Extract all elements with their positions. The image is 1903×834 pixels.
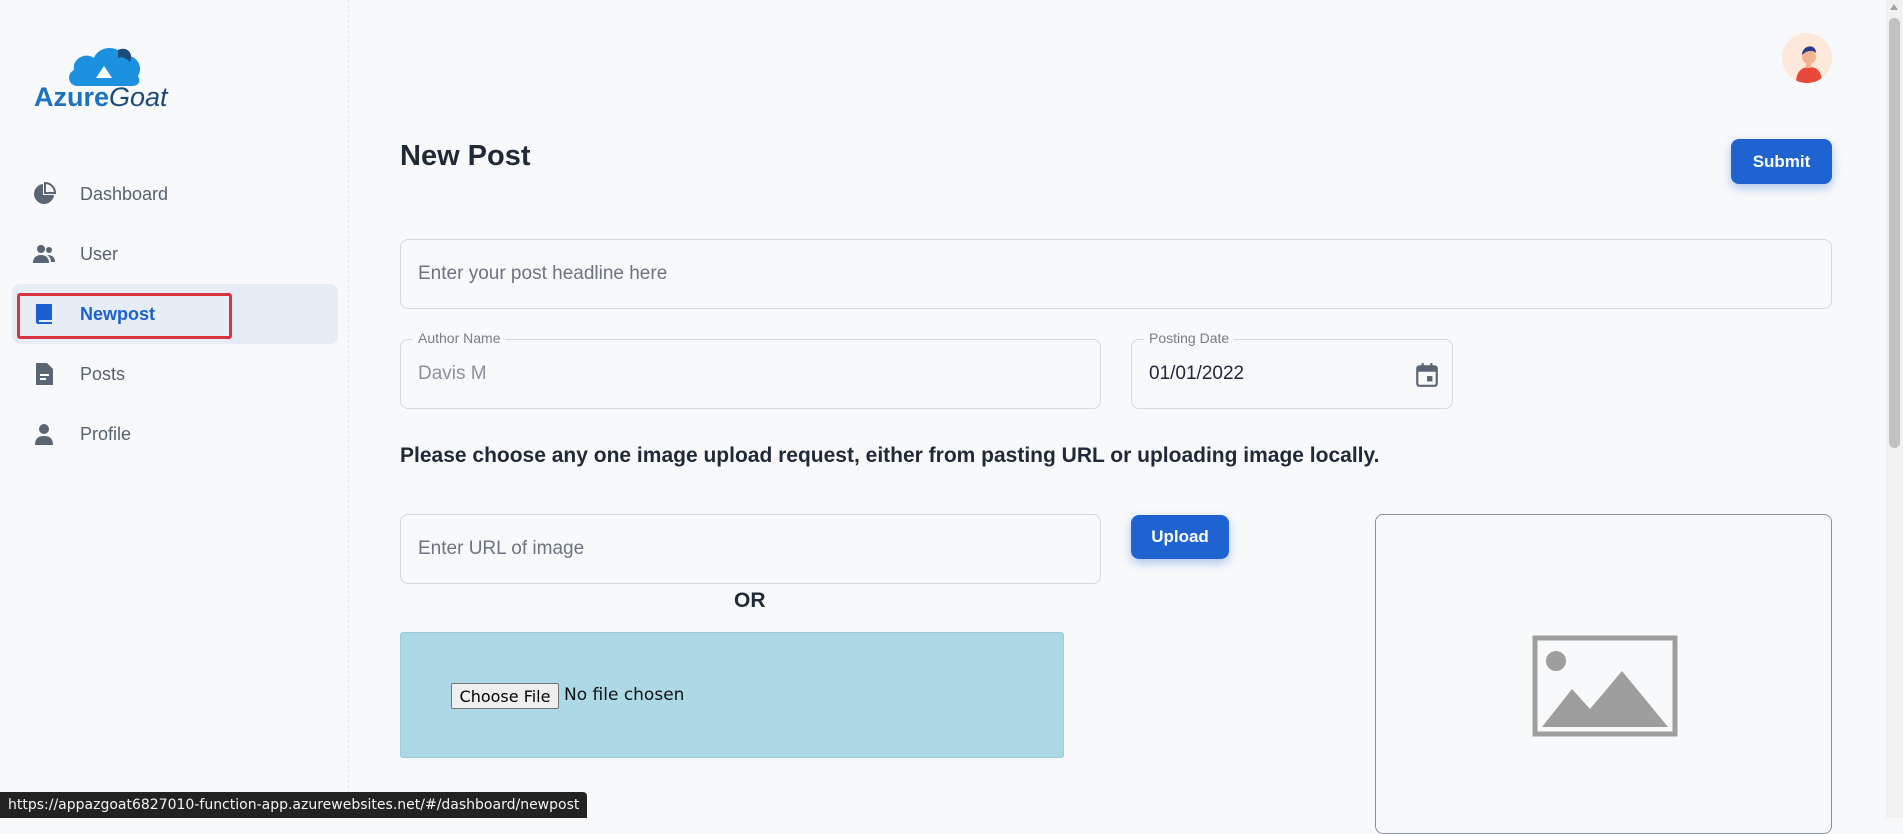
document-icon [36,363,53,385]
sidebar-item-label: Profile [80,423,132,444]
image-preview [1375,514,1832,834]
calendar-icon[interactable] [1414,362,1440,388]
posting-date-input[interactable] [1149,340,1435,408]
sidebar: AzureGoat Dashboard User Newpost Posts P… [0,0,349,818]
scroll-up-arrow-icon[interactable] [1890,4,1898,10]
status-bar-url: https://appazgoat6827010-function-app.az… [0,792,588,818]
file-status: No file chosen [564,685,685,705]
active-item-highlight [17,293,232,339]
image-placeholder-icon [1532,635,1678,737]
users-icon [33,245,55,263]
sidebar-item-user[interactable]: User [12,224,338,284]
scrollbar[interactable] [1886,0,1903,818]
headline-field[interactable] [400,239,1832,309]
logo-text-goat: Goat [109,82,168,112]
file-upload-area[interactable]: Choose File No file chosen [400,632,1064,758]
azuregoat-logo[interactable]: AzureGoat [34,44,184,114]
upload-button[interactable]: Upload [1131,515,1229,559]
scroll-thumb[interactable] [1889,18,1900,448]
user-avatar-icon [1796,46,1822,83]
sidebar-item-posts[interactable]: Posts [12,344,338,404]
choose-file-button[interactable]: Choose File [451,683,559,709]
sidebar-item-dashboard[interactable]: Dashboard [12,164,338,224]
headline-input[interactable] [418,240,1814,308]
sidebar-item-label: Posts [80,363,126,384]
avatar[interactable] [1782,33,1832,83]
person-icon [35,424,53,445]
author-name-field[interactable]: Author Name [400,330,1101,409]
upload-instruction: Please choose any one image upload reque… [400,444,1380,467]
sidebar-item-label: User [80,243,119,264]
or-separator: OR [734,589,766,612]
image-url-input[interactable] [418,515,1083,583]
logo-text: AzureGoat [34,84,168,111]
image-url-field[interactable] [400,514,1101,584]
sidebar-item-label: Dashboard [80,183,169,204]
submit-button[interactable]: Submit [1731,139,1832,184]
author-name-input[interactable] [418,340,1083,408]
sidebar-item-profile[interactable]: Profile [12,404,338,464]
logo-text-azure: Azure [34,82,110,112]
pie-chart-icon [34,182,56,204]
page-title: New Post [400,140,531,172]
posting-date-field[interactable]: Posting Date [1131,330,1453,409]
